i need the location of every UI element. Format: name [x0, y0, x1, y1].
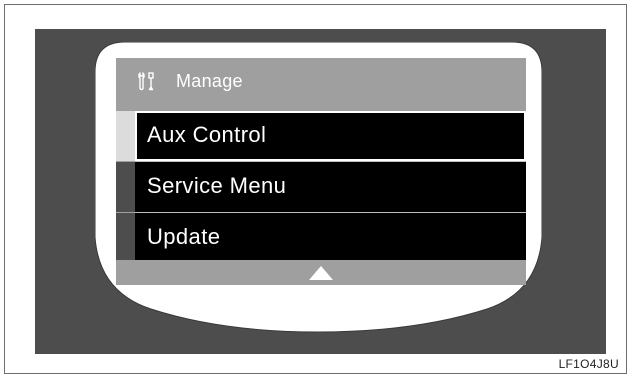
display-screen: Manage Aux Control Service Menu Update [116, 58, 526, 285]
scroll-indicator-bar [116, 260, 526, 285]
up-arrow-icon[interactable] [308, 265, 334, 281]
wrench-screwdriver-icon [137, 71, 157, 91]
row-marker [116, 213, 135, 260]
menu-item-label: Service Menu [147, 173, 287, 198]
row-marker [116, 162, 135, 212]
menu-item-body[interactable]: Update [135, 213, 526, 260]
menu-item-aux-control[interactable]: Aux Control [116, 111, 526, 161]
screen-header: Manage [116, 58, 526, 105]
menu-item-body[interactable]: Aux Control [135, 111, 526, 161]
menu-item-update[interactable]: Update [116, 213, 526, 260]
menu-item-service-menu[interactable]: Service Menu [116, 162, 526, 212]
menu-item-label: Update [147, 224, 221, 249]
selection-marker [116, 111, 135, 161]
figure-code: LF1O4J8U [558, 357, 619, 371]
menu-item-body[interactable]: Service Menu [135, 162, 526, 212]
menu-item-label: Aux Control [147, 122, 267, 147]
screen-title: Manage [176, 71, 243, 91]
